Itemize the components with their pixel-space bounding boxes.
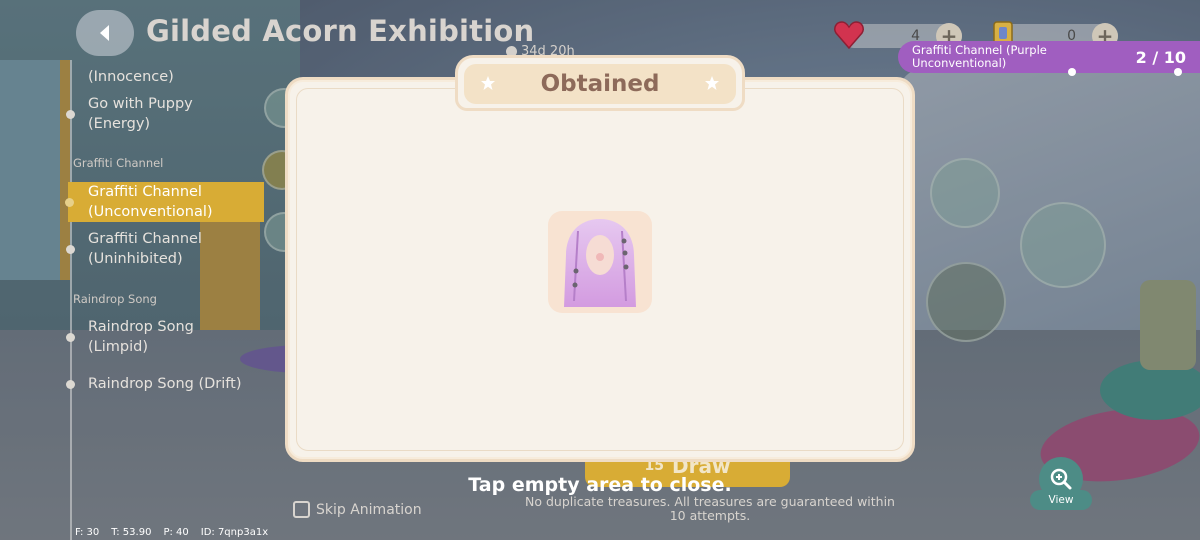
skip-label: Skip Animation — [316, 501, 422, 518]
magnifier-icon — [1050, 468, 1072, 490]
sidebar-item-innocence[interactable]: (Innocence) — [88, 67, 174, 87]
draw-note: No duplicate treasures. All treasures ar… — [525, 494, 895, 523]
view-label: View — [1030, 490, 1092, 510]
timeline-dot — [65, 198, 74, 207]
modal-title-tab: Obtained — [455, 55, 745, 111]
indicator-dot — [1068, 68, 1076, 76]
tap-hint: Tap empty area to close. — [468, 474, 732, 496]
view-button[interactable]: View — [1030, 457, 1092, 513]
heart-gem-icon — [834, 21, 864, 50]
group-label-graffiti: Graffiti Channel — [73, 156, 164, 170]
sidebar-item-graffiti-unconventional[interactable]: Graffiti Channel (Unconventional) — [65, 182, 264, 222]
checkbox-icon[interactable] — [293, 501, 310, 518]
pink-hair-icon — [564, 219, 636, 307]
modal-title: Obtained — [464, 64, 736, 104]
sidebar-item-raindrop-limpid[interactable]: Raindrop Song (Limpid) — [66, 317, 218, 357]
back-button[interactable] — [76, 10, 134, 56]
obtained-item-tile[interactable] — [548, 211, 652, 313]
star-icon — [481, 76, 495, 90]
banner-name: Graffiti Channel (Purple Unconventional) — [912, 43, 1047, 70]
timeline-dot — [66, 380, 75, 389]
pool-banner[interactable]: Graffiti Channel (Purple Unconventional)… — [898, 41, 1200, 76]
star-icon — [705, 76, 719, 90]
group-label-raindrop: Raindrop Song — [73, 292, 157, 306]
banner-count: 2 / 10 — [1135, 48, 1186, 67]
sidebar-item-graffiti-uninhibited[interactable]: Graffiti Channel (Uninhibited) — [66, 229, 228, 269]
debug-stats: F: 30 T: 53.90 P: 40 ID: 7qnp3a1x — [75, 527, 269, 538]
sidebar-item-raindrop-drift[interactable]: Raindrop Song (Drift) — [66, 374, 241, 394]
timeline-dot — [66, 333, 75, 342]
sidebar-item-go-with-puppy[interactable]: Go with Puppy (Energy) — [66, 94, 218, 134]
skip-animation-toggle[interactable]: Skip Animation — [293, 501, 422, 518]
indicator-dot — [1174, 68, 1182, 76]
page-title: Gilded Acorn Exhibition — [146, 14, 535, 48]
timeline-dot — [66, 245, 75, 254]
back-arrow-icon — [100, 25, 109, 41]
timeline-dot — [66, 110, 75, 119]
